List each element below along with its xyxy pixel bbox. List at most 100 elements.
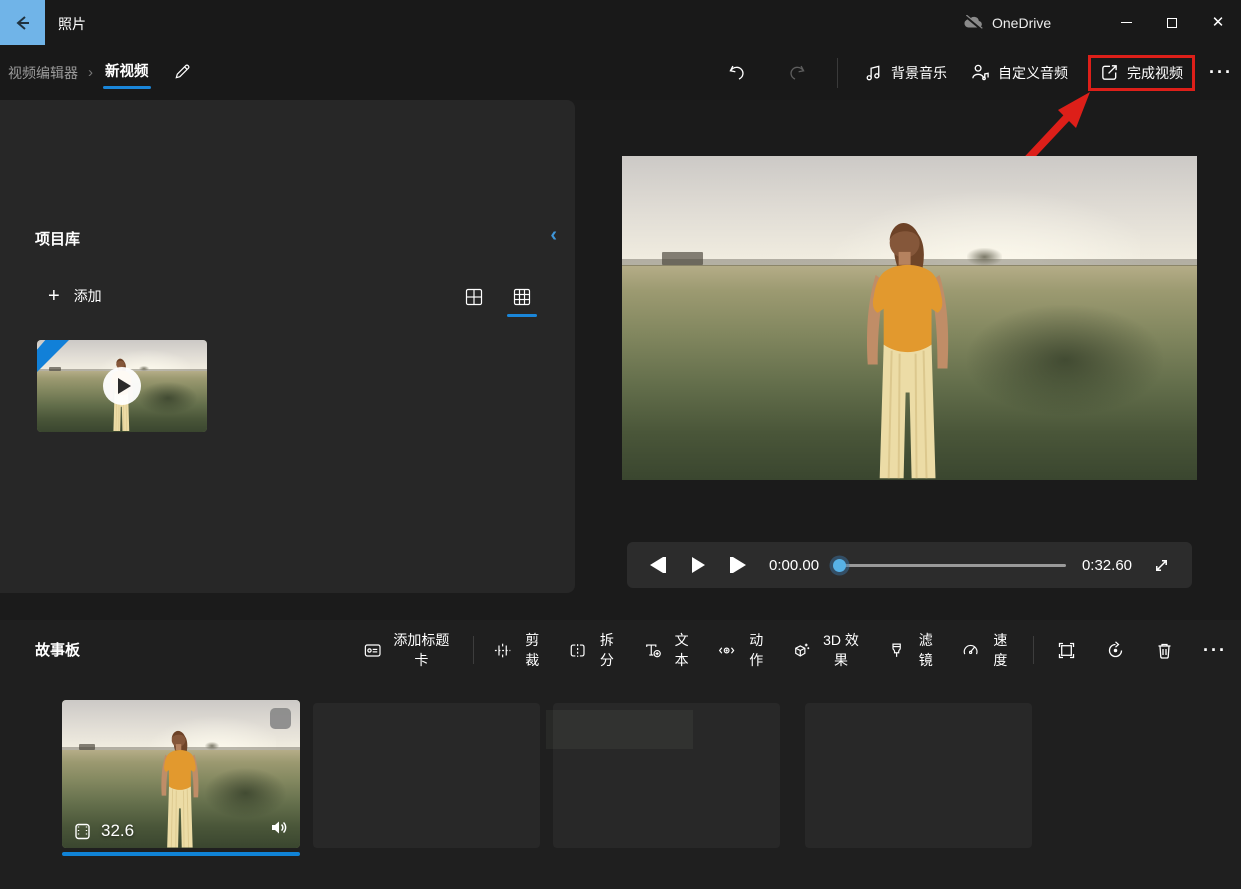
photos-app-window: 照片 OneDrive ✕ 视频编辑器 › 新视频 (0, 0, 1241, 889)
command-bar-actions: 背景音乐 自定义音频 完成视频 (727, 45, 1233, 100)
previous-frame-button[interactable] (641, 548, 675, 582)
custom-audio-button[interactable]: 自定义音频 (971, 63, 1068, 83)
player-bar: 0:00.00 0:32.60 (627, 542, 1192, 588)
clip-duration: 32.6 (101, 821, 134, 841)
chevron-right-icon: › (88, 64, 93, 81)
more-options-button[interactable]: ··· (1209, 62, 1233, 83)
storyboard-title: 故事板 (35, 639, 80, 660)
clip-audio-button[interactable] (269, 817, 290, 841)
trim-button[interactable]: 剪裁 (482, 630, 557, 670)
expand-icon (1153, 557, 1170, 574)
resize-frame-button[interactable] (1042, 641, 1091, 660)
storyboard-clip[interactable]: 32.6 (62, 700, 300, 848)
previous-frame-icon (650, 557, 663, 573)
thumbnail-play-button[interactable] (103, 367, 141, 405)
breadcrumb-video-editor[interactable]: 视频编辑器 (8, 63, 78, 83)
back-button[interactable] (0, 0, 45, 45)
add-media-label: 添加 (74, 286, 102, 306)
finish-video-button[interactable]: 完成视频 (1100, 63, 1183, 83)
delete-button[interactable] (1140, 641, 1189, 660)
pencil-icon (173, 62, 192, 81)
project-library-title: 项目库 (35, 228, 80, 249)
rename-project-button[interactable] (173, 62, 192, 84)
video-frame-field-scene (622, 156, 1197, 480)
trash-icon (1155, 641, 1174, 660)
toolbar-divider (473, 636, 474, 664)
app-title: 照片 (58, 14, 86, 34)
rotate-button[interactable] (1091, 641, 1140, 660)
minimize-icon (1121, 22, 1132, 23)
cube-3d-icon (793, 641, 810, 660)
next-frame-button[interactable] (721, 548, 755, 582)
clip-select-checkbox[interactable] (270, 708, 291, 729)
speedometer-icon (962, 641, 979, 660)
maximize-button[interactable] (1149, 0, 1195, 45)
play-icon (692, 557, 705, 573)
plus-icon: + (48, 286, 60, 306)
person-audio-icon (971, 63, 990, 82)
title-card-icon (364, 641, 381, 660)
view-toggle (461, 286, 535, 317)
motion-button[interactable]: 动作 (706, 630, 781, 670)
clip-selection-underline (62, 852, 300, 856)
export-share-icon (1100, 63, 1119, 82)
storyboard-toolbar: 添加标题卡 剪裁 拆分 (352, 630, 1241, 670)
seek-track[interactable] (843, 564, 1066, 567)
play-button[interactable] (681, 548, 715, 582)
storyboard-empty-slot (313, 703, 540, 848)
scene-dark-patch (139, 382, 197, 413)
library-video-thumbnail[interactable] (37, 340, 207, 432)
speed-label: 速度 (988, 630, 1013, 670)
toolbar-divider (837, 58, 838, 88)
effects-3d-button[interactable]: 3D 效果 (781, 630, 876, 670)
fullscreen-button[interactable] (1144, 548, 1178, 582)
collapse-panel-button[interactable]: ‹ (550, 224, 557, 247)
background-music-button[interactable]: 背景音乐 (864, 63, 947, 83)
storyboard-more-button[interactable]: ··· (1189, 640, 1241, 661)
custom-audio-label: 自定义音频 (998, 63, 1068, 83)
redo-button[interactable] (788, 63, 807, 82)
paintbrush-icon (888, 641, 905, 660)
frame-corners-icon (1057, 641, 1076, 660)
text-button[interactable]: 文本 (632, 630, 707, 670)
undo-button[interactable] (727, 63, 746, 82)
annotation-highlight-box: 完成视频 (1088, 55, 1195, 91)
scene-dark-patch (967, 305, 1163, 415)
close-icon: ✕ (1212, 15, 1225, 30)
add-title-card-button[interactable]: 添加标题卡 (352, 630, 465, 670)
close-button[interactable]: ✕ (1195, 0, 1241, 45)
effects-3d-label: 3D 效果 (818, 630, 863, 670)
chevron-left-icon: ‹ (550, 224, 557, 246)
speed-button[interactable]: 速度 (950, 630, 1025, 670)
scene-buildings (49, 367, 61, 371)
breadcrumb-current-wrap: 新视频 (103, 56, 151, 89)
maximize-icon (1167, 18, 1177, 28)
onedrive-cloud-slash-icon (962, 15, 984, 31)
filmstrip-icon (73, 822, 92, 841)
small-grid-view-button[interactable] (509, 286, 535, 317)
seek-thumb[interactable] (833, 559, 846, 572)
view-selected-underline (507, 314, 537, 317)
project-name: 新视频 (105, 64, 149, 80)
storyboard-empty-slot (805, 703, 1032, 848)
command-bar: 视频编辑器 › 新视频 (0, 45, 1241, 100)
filters-button[interactable]: 滤镜 (876, 630, 951, 670)
trim-label: 剪裁 (520, 630, 545, 670)
large-grid-view-button[interactable] (461, 286, 487, 317)
minimize-button[interactable] (1103, 0, 1149, 45)
breadcrumb: 视频编辑器 › 新视频 (8, 45, 192, 100)
split-label: 拆分 (594, 630, 619, 670)
onedrive-label: OneDrive (992, 15, 1051, 31)
rotate-icon (1106, 641, 1125, 660)
onedrive-status[interactable]: OneDrive (962, 0, 1051, 45)
split-button[interactable]: 拆分 (557, 630, 632, 670)
seek-slider[interactable] (833, 555, 1068, 575)
project-name-underline (103, 86, 151, 89)
text-add-icon (644, 641, 661, 660)
grid-3x3-icon (513, 288, 531, 306)
project-library-panel: 项目库 ‹ + 添加 (0, 100, 575, 593)
scene-dark-patch (205, 768, 286, 818)
motion-icon (718, 641, 735, 660)
frame-bar (663, 557, 666, 573)
add-media-button[interactable]: + 添加 (48, 286, 102, 306)
